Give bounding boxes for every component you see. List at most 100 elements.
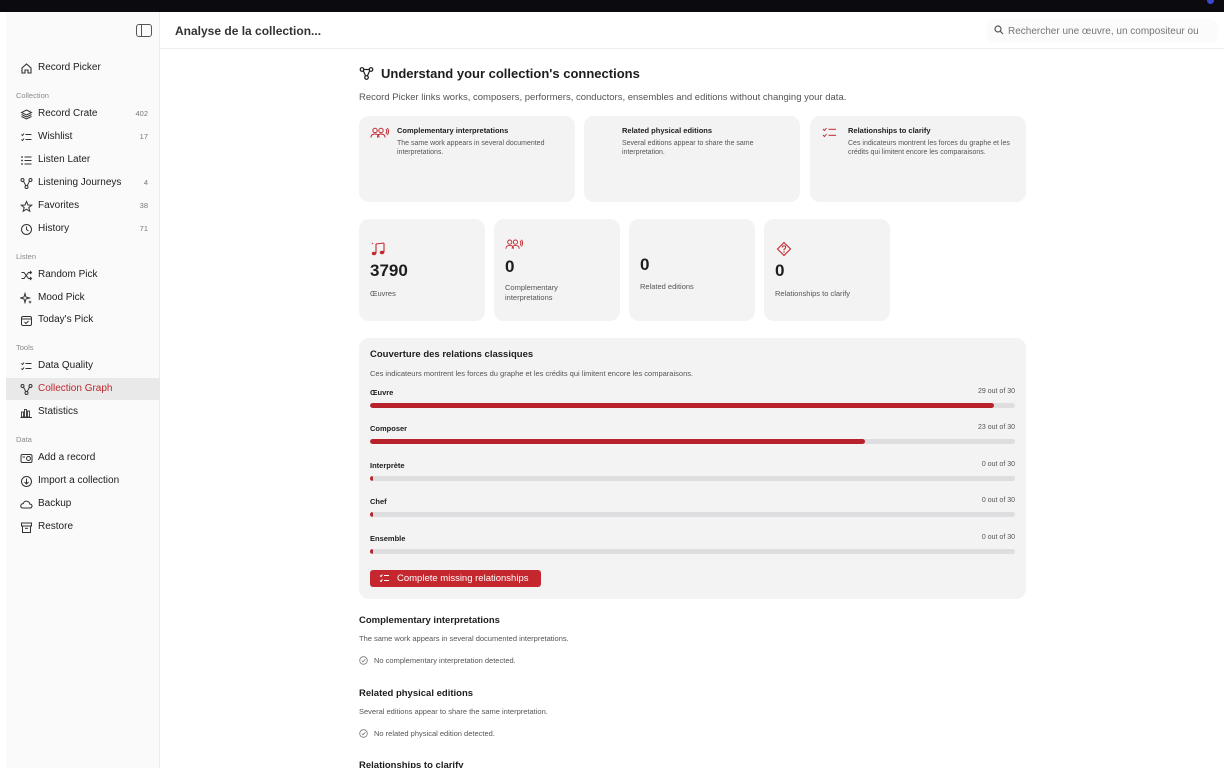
- sidebar-item-collection-graph[interactable]: Collection Graph: [6, 378, 160, 400]
- sidebar-item-record-picker[interactable]: Record Picker: [6, 57, 160, 79]
- coverage-row: Ensemble 0 out of 30: [370, 534, 1015, 564]
- checklist-icon: [379, 574, 389, 583]
- stat-label: Complementary interpretations: [505, 283, 558, 302]
- search-box[interactable]: [986, 19, 1218, 43]
- list-icon: [21, 156, 32, 165]
- complete-relationships-button[interactable]: Complete missing relationships: [370, 570, 541, 587]
- intro-card-title: Complementary interpretations: [397, 126, 509, 135]
- sidebar-item-restore[interactable]: Restore: [6, 516, 160, 538]
- main-title: Understand your collection's connections: [381, 66, 640, 81]
- sidebar-item-statistics[interactable]: Statistics: [6, 401, 160, 423]
- sidebar-item-count: 4: [143, 178, 148, 187]
- sidebar-item-label: Add a record: [38, 452, 96, 463]
- sidebar-item-count: 71: [139, 224, 148, 233]
- sidebar-item-random-pick[interactable]: Random Pick: [6, 264, 160, 286]
- sidebar-section-data: Data: [16, 435, 32, 444]
- coverage-desc: Ces indicateurs montrent les forces du g…: [370, 369, 694, 378]
- graph-icon: [359, 67, 374, 80]
- button-label: Complete missing relationships: [397, 573, 529, 584]
- window-top-bar: [0, 0, 1224, 12]
- stat-label: Œuvres: [370, 289, 396, 298]
- search-icon: [994, 25, 1004, 35]
- intro-card-complementary: Complementary interpretations The same w…: [359, 116, 575, 202]
- sidebar-item-backup[interactable]: Backup: [6, 493, 160, 515]
- sidebar-item-label: Backup: [38, 498, 72, 509]
- archive-icon: [21, 522, 32, 533]
- section-desc: The same work appears in several documen…: [359, 634, 569, 643]
- coverage-bar-fill: [370, 439, 865, 444]
- coverage-bar-fill: [370, 476, 373, 481]
- intro-card-related-editions: Related physical editions Several editio…: [584, 116, 800, 202]
- star-icon: [20, 200, 33, 213]
- stat-label: Related editions: [640, 282, 694, 291]
- add-record-icon: [20, 454, 33, 463]
- checklist-icon: [21, 362, 32, 371]
- search-input[interactable]: [1008, 19, 1214, 43]
- shuffle-icon: [21, 270, 33, 281]
- sidebar-item-favorites[interactable]: Favorites 38: [6, 195, 160, 217]
- check-circle-icon: [359, 729, 368, 738]
- sidebar-item-label: Data Quality: [38, 360, 94, 371]
- people-icon: [370, 127, 389, 138]
- section-title-complementary: Complementary interpretations: [359, 615, 500, 626]
- sidebar-item-label: Mood Pick: [38, 292, 85, 303]
- stat-card-works: 3790 Œuvres: [359, 219, 485, 321]
- coverage-row-count: 29 out of 30: [978, 388, 1015, 395]
- coverage-row-name: Composer: [370, 424, 408, 433]
- sidebar-item-label: History: [38, 223, 70, 234]
- cloud-icon: [20, 500, 33, 509]
- sidebar-item-data-quality[interactable]: Data Quality: [6, 355, 160, 377]
- sidebar-item-label: Statistics: [38, 406, 79, 417]
- sidebar-item-listen-later[interactable]: Listen Later: [6, 149, 160, 171]
- coverage-row: Interprète 0 out of 30: [370, 461, 1015, 491]
- sidebar-item-mood-pick[interactable]: Mood Pick: [6, 287, 160, 309]
- sidebar-item-count: 402: [135, 109, 148, 118]
- section-title-relationships: Relationships to clarify: [359, 760, 464, 768]
- sidebar-item-label: Random Pick: [38, 269, 98, 280]
- sidebar-item-history[interactable]: History 71: [6, 218, 160, 240]
- coverage-bar-fill: [370, 512, 373, 517]
- home-icon: [21, 63, 32, 74]
- sidebar-item-todays-pick[interactable]: Today's Pick: [6, 309, 160, 331]
- coverage-row-count: 0 out of 30: [981, 497, 1015, 504]
- section-title-related-editions: Related physical editions: [359, 688, 474, 699]
- sidebar-item-record-crate[interactable]: Record Crate 402: [6, 103, 160, 125]
- coverage-bar-track: [370, 512, 1015, 517]
- status-dot: [1207, 0, 1214, 4]
- sidebar-item-label: Listening Journeys: [38, 177, 122, 188]
- coverage-row-name: Œuvre: [370, 388, 394, 397]
- coverage-bar-track: [370, 439, 1015, 444]
- coverage-row-name: Interprète: [370, 461, 405, 470]
- sidebar-item-add-record[interactable]: Add a record: [6, 447, 160, 469]
- graph-icon: [20, 384, 33, 395]
- empty-state-text: No related physical edition detected.: [374, 729, 495, 738]
- sidebar-item-count: 38: [139, 201, 148, 210]
- sidebar-item-import-collection[interactable]: Import a collection: [6, 470, 160, 492]
- coverage-row: Œuvre 29 out of 30: [370, 388, 1015, 418]
- sidebar-item-label: Record Picker: [38, 62, 101, 73]
- intro-card-title: Relationships to clarify: [848, 126, 931, 135]
- stat-value: 0: [505, 257, 515, 276]
- sidebar-section-collection: Collection: [16, 91, 49, 100]
- sidebar-item-listening-journeys[interactable]: Listening Journeys 4: [6, 172, 160, 194]
- coverage-bar-fill: [370, 549, 373, 554]
- stat-value: 0: [775, 261, 785, 280]
- header-divider: [160, 48, 1224, 49]
- sidebar-item-label: Favorites: [38, 200, 80, 211]
- coverage-bar-track: [370, 403, 1015, 408]
- sidebar-toggle-icon[interactable]: [136, 24, 152, 37]
- coverage-bar-track: [370, 549, 1015, 554]
- stat-card-relationships: 0 Relationships to clarify: [764, 219, 890, 321]
- intro-card-desc: Ces indicateurs montrent les forces du g…: [848, 140, 1010, 156]
- check-circle-icon: [359, 656, 368, 665]
- sidebar-item-label: Collection Graph: [38, 383, 113, 394]
- coverage-row: Chef 0 out of 30: [370, 497, 1015, 527]
- coverage-row-count: 23 out of 30: [978, 424, 1015, 431]
- coverage-card: Couverture des relations classiques Ces …: [359, 338, 1026, 599]
- sidebar-section-listen: Listen: [16, 252, 37, 261]
- coverage-title: Couverture des relations classiques: [370, 349, 534, 360]
- sidebar-item-wishlist[interactable]: Wishlist 17: [6, 126, 160, 148]
- intro-card-relationships: Relationships to clarify Ces indicateurs…: [810, 116, 1026, 202]
- page-title: Analyse de la collection...: [175, 24, 322, 38]
- sidebar-item-count: 17: [139, 132, 148, 141]
